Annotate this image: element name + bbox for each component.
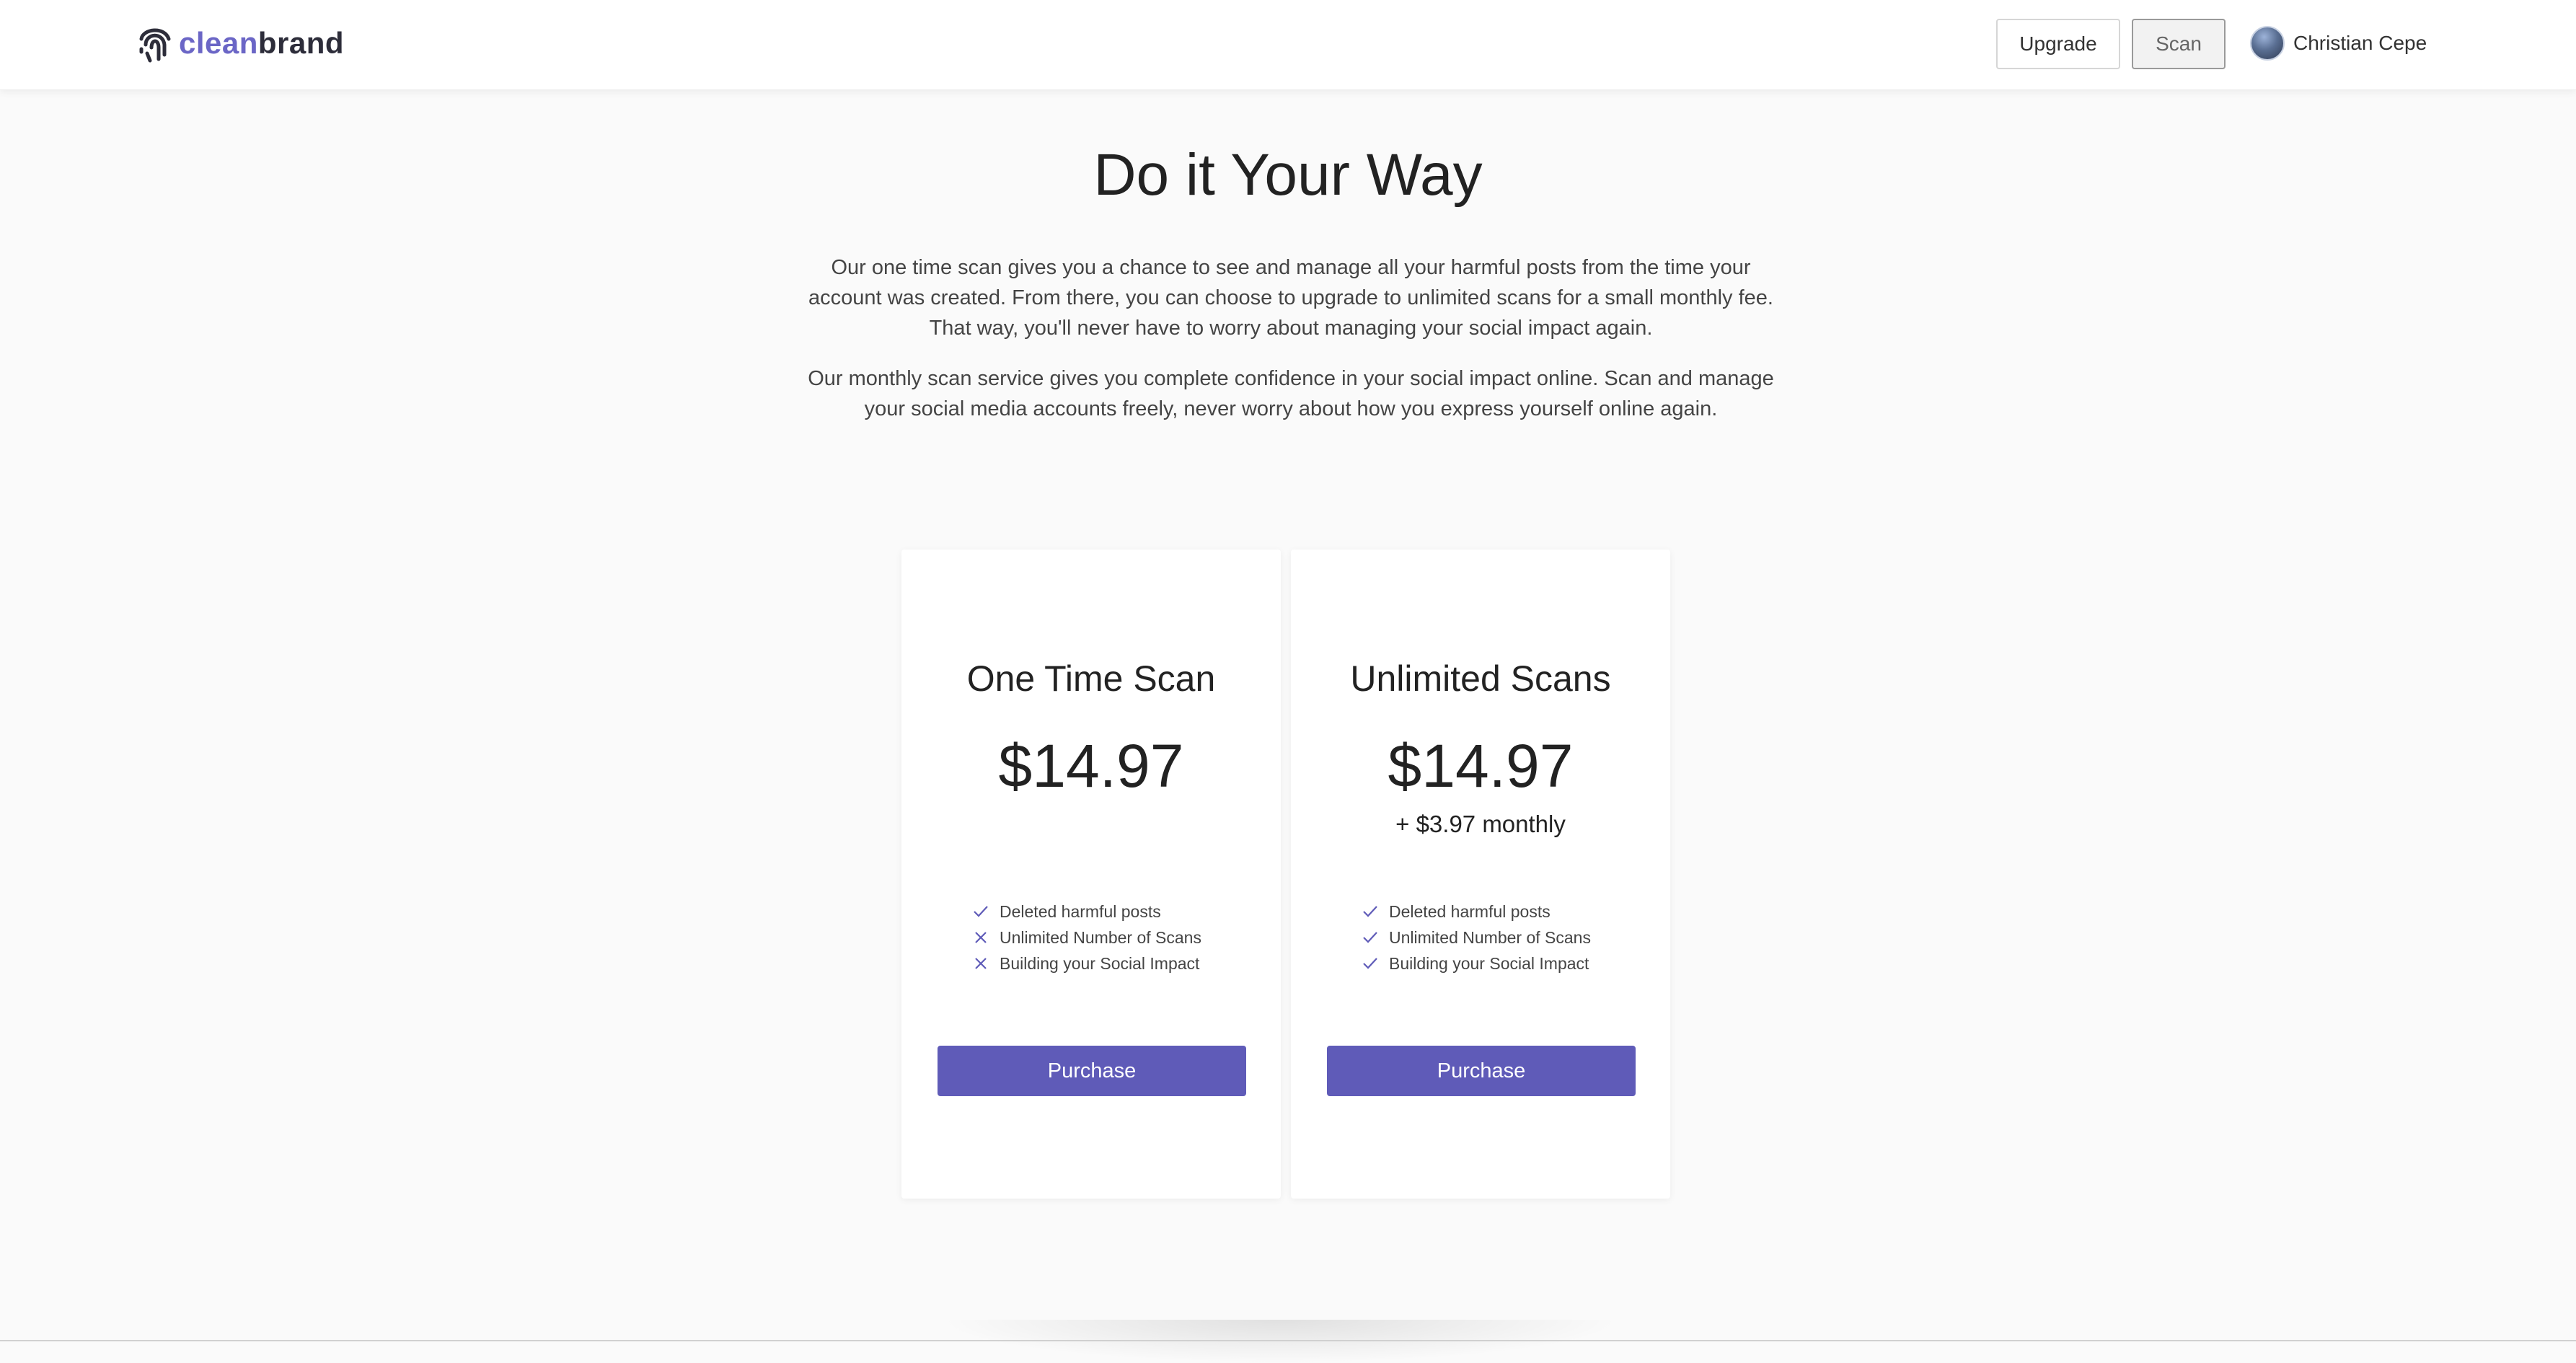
fingerprint-logo-icon bbox=[139, 28, 171, 63]
feature-list: Deleted harmful posts Unlimited Number o… bbox=[1362, 899, 1591, 976]
plan-price: $14.97 bbox=[998, 732, 1184, 800]
avatar bbox=[2250, 26, 2285, 61]
feature-label: Unlimited Number of Scans bbox=[1000, 927, 1201, 947]
intro-paragraph-monthly: Our monthly scan service gives you compl… bbox=[808, 367, 1774, 420]
feature-item: Deleted harmful posts bbox=[972, 899, 1201, 925]
x-icon bbox=[975, 932, 987, 943]
cleanbrand-logo[interactable]: cleanbrand bbox=[137, 22, 344, 65]
plan-price: $14.97 bbox=[1388, 732, 1574, 800]
feature-item: Unlimited Number of Scans bbox=[972, 925, 1201, 950]
feature-item: Building your Social Impact bbox=[972, 950, 1201, 976]
plan-card-unlimited: Unlimited Scans $14.97 + $3.97 monthly D… bbox=[1291, 550, 1670, 1199]
feature-item: Unlimited Number of Scans bbox=[1362, 925, 1591, 950]
plan-title: One Time Scan bbox=[966, 658, 1216, 699]
top-navbar: cleanbrand Upgrade Scan Christian Cepe bbox=[0, 0, 2576, 90]
plan-title: Unlimited Scans bbox=[1350, 658, 1611, 699]
feature-label: Building your Social Impact bbox=[1389, 953, 1589, 973]
feature-item: Building your Social Impact bbox=[1362, 950, 1591, 976]
footer-shadow bbox=[938, 1320, 1623, 1363]
feature-label: Deleted harmful posts bbox=[1000, 901, 1161, 921]
purchase-button-unlimited[interactable]: Purchase bbox=[1327, 1046, 1636, 1096]
check-icon bbox=[1363, 958, 1377, 969]
check-icon bbox=[1363, 906, 1377, 917]
check-icon bbox=[974, 906, 988, 917]
purchase-button-one-time[interactable]: Purchase bbox=[938, 1046, 1246, 1096]
upgrade-button[interactable]: Upgrade bbox=[1996, 19, 2120, 69]
footer-divider bbox=[0, 1340, 2576, 1341]
user-name: Christian Cepe bbox=[2293, 32, 2427, 54]
feature-list: Deleted harmful posts Unlimited Number o… bbox=[972, 899, 1201, 976]
feature-label: Building your Social Impact bbox=[1000, 953, 1200, 973]
page-title: Do it Your Way bbox=[1093, 142, 1483, 208]
feature-label: Unlimited Number of Scans bbox=[1389, 927, 1591, 947]
intro-text: Our one time scan gives you a chance to … bbox=[800, 252, 1781, 424]
intro-paragraph-one-time: Our one time scan gives you a chance to … bbox=[808, 256, 1773, 340]
user-menu[interactable]: Christian Cepe bbox=[2250, 25, 2427, 62]
plan-subprice: + $3.97 monthly bbox=[1395, 811, 1566, 837]
check-icon bbox=[1363, 932, 1377, 943]
feature-label: Deleted harmful posts bbox=[1389, 901, 1551, 921]
plan-card-one-time: One Time Scan $14.97 Deleted harmful pos… bbox=[901, 550, 1281, 1199]
logo-text: cleanbrand bbox=[179, 26, 345, 60]
scan-button[interactable]: Scan bbox=[2132, 19, 2226, 69]
x-icon bbox=[975, 958, 987, 969]
feature-item: Deleted harmful posts bbox=[1362, 899, 1591, 925]
